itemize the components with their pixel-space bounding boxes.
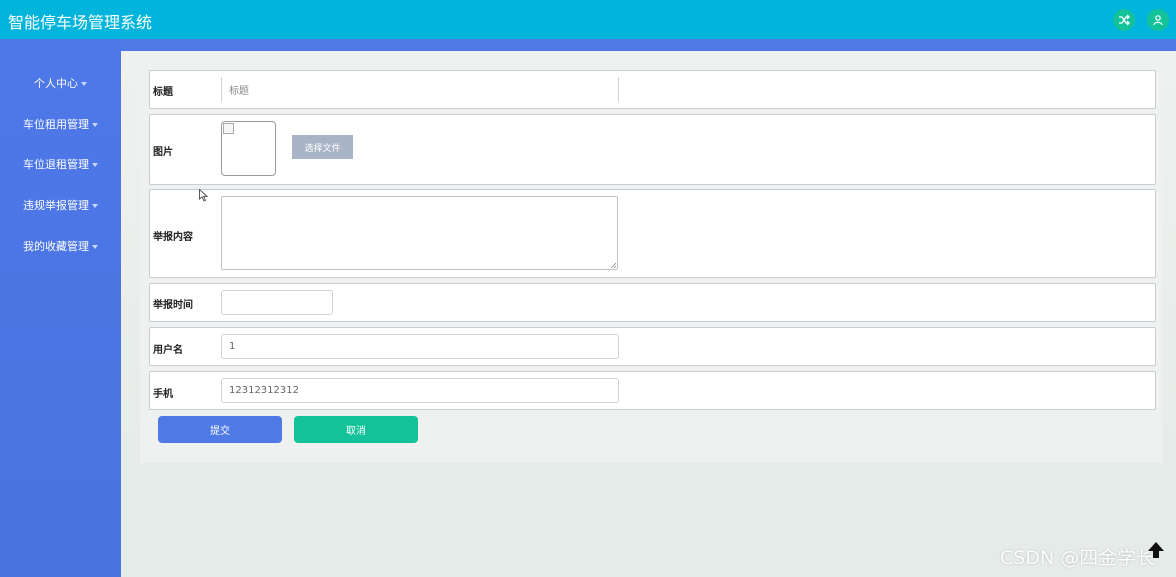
choose-file-button[interactable]: 选择文件 (292, 135, 353, 159)
sidebar-item-label: 车位退租管理 (23, 158, 89, 171)
title-input[interactable]: 标题 (221, 77, 619, 102)
mouse-cursor-icon (199, 189, 208, 202)
shuffle-icon (1119, 14, 1130, 26)
phone-input[interactable]: 12312312312 (221, 378, 619, 403)
cancel-button[interactable]: 取消 (294, 416, 418, 443)
chevron-down-icon (92, 163, 98, 167)
form-row-phone: 手机 12312312312 (149, 371, 1156, 410)
watermark: CSDN @四金学长 (1000, 547, 1156, 569)
chevron-down-icon (81, 82, 87, 86)
chevron-down-icon (92, 245, 98, 249)
phone-value: 12312312312 (229, 385, 299, 396)
sidebar-item-favorites[interactable]: 我的收藏管理 (0, 238, 121, 254)
content-label: 举报内容 (153, 232, 193, 243)
header-strip (0, 39, 1176, 51)
report-time-label: 举报时间 (153, 300, 193, 311)
sidebar-item-personal-center[interactable]: 个人中心 (0, 75, 121, 91)
sidebar-item-space-return[interactable]: 车位退租管理 (0, 156, 121, 172)
title-label: 标题 (153, 87, 173, 98)
image-preview (221, 121, 276, 176)
sidebar-item-label: 我的收藏管理 (23, 240, 89, 253)
sidebar-item-label: 违规举报管理 (23, 199, 89, 212)
resize-handle-icon[interactable] (610, 262, 616, 268)
content-textarea[interactable] (221, 196, 618, 270)
username-input[interactable]: 1 (221, 334, 619, 359)
form-row-username: 用户名 1 (149, 327, 1156, 366)
user-button[interactable] (1147, 9, 1169, 31)
submit-button[interactable]: 提交 (158, 416, 282, 443)
top-bar: 智能停车场管理系统 (0, 0, 1176, 39)
image-label: 图片 (153, 147, 173, 158)
sidebar-item-violation-report[interactable]: 违规举报管理 (0, 197, 121, 213)
user-icon (1153, 15, 1163, 26)
app-title: 智能停车场管理系统 (8, 13, 153, 32)
back-to-top-icon[interactable] (1145, 539, 1167, 561)
form-row-content: 举报内容 (149, 189, 1156, 278)
broken-image-icon (223, 123, 234, 134)
sidebar-item-label: 车位租用管理 (23, 118, 89, 131)
report-time-input[interactable] (221, 290, 333, 315)
chevron-down-icon (92, 204, 98, 208)
sidebar: 个人中心 车位租用管理 车位退租管理 违规举报管理 我的收藏管理 (0, 39, 121, 577)
form-row-title: 标题 标题 (149, 70, 1156, 109)
phone-label: 手机 (153, 389, 173, 400)
form-row-report-time: 举报时间 (149, 283, 1156, 322)
chevron-down-icon (92, 123, 98, 127)
shuffle-button[interactable] (1113, 9, 1135, 31)
title-placeholder: 标题 (229, 86, 249, 97)
sidebar-item-label: 个人中心 (34, 77, 78, 90)
username-value: 1 (229, 341, 236, 352)
username-label: 用户名 (153, 345, 183, 356)
form-row-image: 图片 选择文件 (149, 114, 1156, 185)
sidebar-item-space-rental[interactable]: 车位租用管理 (0, 116, 121, 132)
